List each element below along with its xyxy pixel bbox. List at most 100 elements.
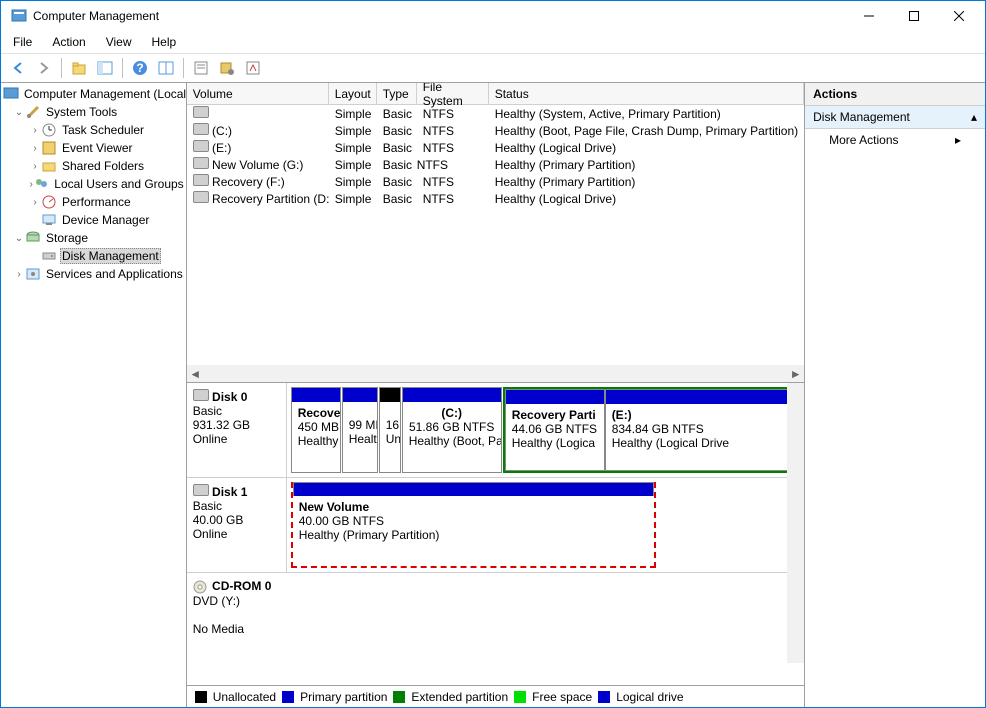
forward-button[interactable]: [33, 57, 55, 79]
properties-button[interactable]: [190, 57, 212, 79]
users-icon: [33, 176, 49, 192]
col-fs[interactable]: File System: [417, 83, 489, 105]
menubar: File Action View Help: [1, 31, 985, 53]
cdrom-icon: [193, 579, 209, 593]
disk0-extended: Recovery Parti44.06 GB NTFSHealthy (Logi…: [503, 387, 800, 473]
tree-system-tools[interactable]: ⌄ System Tools: [1, 103, 186, 121]
collapse-icon[interactable]: ⌄: [13, 107, 25, 118]
disk0-part3[interactable]: 16Un: [379, 387, 401, 473]
tools-icon: [25, 104, 41, 120]
tree-root[interactable]: Computer Management (Local: [1, 85, 186, 103]
tree-shared-folders[interactable]: › Shared Folders: [1, 157, 186, 175]
col-layout[interactable]: Layout: [329, 83, 377, 105]
tree-event-viewer[interactable]: › Event Viewer: [1, 139, 186, 157]
disk0-info[interactable]: Disk 0 Basic 931.32 GB Online: [187, 383, 287, 477]
folder-icon: [41, 158, 57, 174]
scroll-right-icon[interactable]: ►: [787, 365, 804, 382]
col-type[interactable]: Type: [377, 83, 417, 105]
actions-header: Actions: [805, 83, 985, 106]
nav-tree[interactable]: Computer Management (Local ⌄ System Tool…: [1, 83, 187, 707]
legend: Unallocated Primary partition Extended p…: [187, 685, 804, 707]
event-icon: [41, 140, 57, 156]
disk-vscroll[interactable]: [787, 383, 804, 663]
legend-free-swatch: [514, 691, 526, 703]
up-button[interactable]: [68, 57, 90, 79]
menu-action[interactable]: Action: [46, 33, 91, 51]
disk-graphical[interactable]: Disk 0 Basic 931.32 GB Online Recove450 …: [187, 383, 804, 685]
actions-disk-management[interactable]: Disk Management ▴: [805, 106, 985, 129]
chevron-right-icon: ▸: [955, 133, 961, 147]
disk-row-cdrom[interactable]: CD-ROM 0 DVD (Y:) No Media: [187, 573, 804, 642]
volume-hscroll[interactable]: ◄ ►: [187, 365, 804, 382]
volume-icon: [193, 106, 209, 118]
volume-icon: [193, 140, 209, 152]
volume-row[interactable]: New Volume (G:)SimpleBasicNTFSHealthy (P…: [187, 156, 804, 173]
disk-row-1[interactable]: Disk 1 Basic 40.00 GB Online New Volume4…: [187, 478, 804, 573]
tree-task-scheduler[interactable]: › Task Scheduler: [1, 121, 186, 139]
computer-icon: [3, 86, 19, 102]
col-status[interactable]: Status: [489, 83, 804, 105]
legend-logical-swatch: [598, 691, 610, 703]
window-title: Computer Management: [33, 9, 846, 23]
legend-primary-swatch: [282, 691, 294, 703]
volume-icon: [193, 157, 209, 169]
volume-icon: [193, 191, 209, 203]
expand-icon[interactable]: ›: [13, 269, 25, 280]
disk0-part2[interactable]: 99 MIHealt: [342, 387, 378, 473]
svg-text:?: ?: [136, 61, 143, 75]
volume-list[interactable]: Volume Layout Type File System Status Si…: [187, 83, 804, 383]
maximize-button[interactable]: [891, 2, 936, 30]
menu-help[interactable]: Help: [146, 33, 183, 51]
app-icon: [11, 8, 27, 24]
close-button[interactable]: [936, 2, 981, 30]
disk0-part4[interactable]: (C:)51.86 GB NTFSHealthy (Boot, Pa: [402, 387, 502, 473]
tree-storage[interactable]: ⌄ Storage: [1, 229, 186, 247]
volume-row[interactable]: (E:)SimpleBasicNTFSHealthy (Logical Driv…: [187, 139, 804, 156]
disk-icon: [41, 248, 57, 264]
tree-disk-management[interactable]: Disk Management: [1, 247, 186, 265]
legend-unallocated-swatch: [195, 691, 207, 703]
disk0-part6[interactable]: (E:)834.84 GB NTFSHealthy (Logical Drive: [605, 389, 798, 471]
minimize-button[interactable]: [846, 2, 891, 30]
storage-icon: [25, 230, 41, 246]
expand-icon[interactable]: ›: [29, 125, 41, 136]
scroll-left-icon[interactable]: ◄: [187, 365, 204, 382]
volume-body[interactable]: SimpleBasicNTFSHealthy (System, Active, …: [187, 105, 804, 365]
tree-local-users[interactable]: › Local Users and Groups: [1, 175, 186, 193]
titlebar: Computer Management: [1, 1, 985, 31]
disk-icon: [193, 389, 209, 401]
back-button[interactable]: [7, 57, 29, 79]
refresh-button[interactable]: [155, 57, 177, 79]
help-button[interactable]: ?: [129, 57, 151, 79]
tree-device-manager[interactable]: Device Manager: [1, 211, 186, 229]
actions-pane: Actions Disk Management ▴ More Actions ▸: [805, 83, 985, 707]
disk0-part1[interactable]: Recove450 MBHealthy: [291, 387, 341, 473]
disk-row-0[interactable]: Disk 0 Basic 931.32 GB Online Recove450 …: [187, 383, 804, 478]
disk1-part1[interactable]: New Volume40.00 GB NTFSHealthy (Primary …: [291, 482, 656, 568]
volume-icon: [193, 123, 209, 135]
settings-button[interactable]: [216, 57, 238, 79]
volume-icon: [193, 174, 209, 186]
volume-row[interactable]: SimpleBasicNTFSHealthy (System, Active, …: [187, 105, 804, 122]
volume-row[interactable]: Recovery Partition (D:)SimpleBasicNTFSHe…: [187, 190, 804, 207]
expand-icon[interactable]: ›: [29, 143, 41, 154]
actions-more[interactable]: More Actions ▸: [805, 129, 985, 151]
volume-row[interactable]: Recovery (F:)SimpleBasicNTFSHealthy (Pri…: [187, 173, 804, 190]
volume-row[interactable]: (C:)SimpleBasicNTFSHealthy (Boot, Page F…: [187, 122, 804, 139]
expand-icon[interactable]: ›: [29, 161, 41, 172]
legend-extended-swatch: [393, 691, 405, 703]
menu-view[interactable]: View: [100, 33, 138, 51]
cdrom-info[interactable]: CD-ROM 0 DVD (Y:) No Media: [187, 573, 804, 642]
tree-performance[interactable]: › Performance: [1, 193, 186, 211]
expand-icon[interactable]: ›: [29, 197, 41, 208]
action-button[interactable]: [242, 57, 264, 79]
show-hide-tree-button[interactable]: [94, 57, 116, 79]
disk-icon: [193, 484, 209, 496]
col-volume[interactable]: Volume: [187, 83, 329, 105]
volume-header[interactable]: Volume Layout Type File System Status: [187, 83, 804, 105]
collapse-icon[interactable]: ⌄: [13, 233, 25, 244]
menu-file[interactable]: File: [7, 33, 38, 51]
tree-services[interactable]: › Services and Applications: [1, 265, 186, 283]
disk1-info[interactable]: Disk 1 Basic 40.00 GB Online: [187, 478, 287, 572]
disk0-part5[interactable]: Recovery Parti44.06 GB NTFSHealthy (Logi…: [505, 389, 605, 471]
